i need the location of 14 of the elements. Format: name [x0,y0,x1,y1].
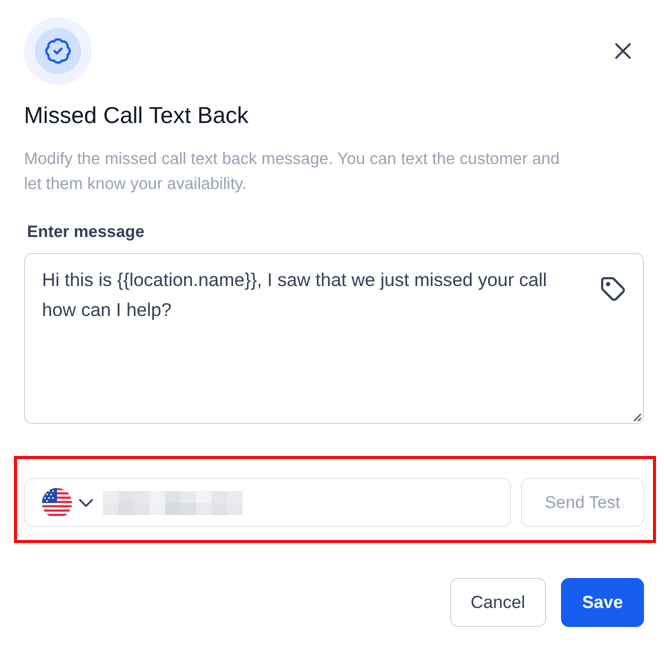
close-icon[interactable] [615,43,631,59]
country-select[interactable] [42,488,93,518]
chevron-down-icon [79,498,93,506]
resize-handle-icon[interactable] [633,413,642,422]
tag-icon[interactable] [600,276,626,302]
dialog-description: Modify the missed call text back message. You can text the customer and let them know your availability. [24,149,561,195]
badge-check-icon [24,17,92,85]
dialog-title: Missed Call Text Back [24,101,250,129]
save-button[interactable]: Save [561,578,644,627]
cancel-button[interactable]: Cancel [450,578,546,627]
message-field[interactable]: Hi this is {{location.name}}, I saw that we just missed your call how can I help? [24,253,644,424]
phone-input[interactable] [24,478,511,527]
field-label: Enter message [27,222,146,243]
flag-icon [42,488,72,518]
